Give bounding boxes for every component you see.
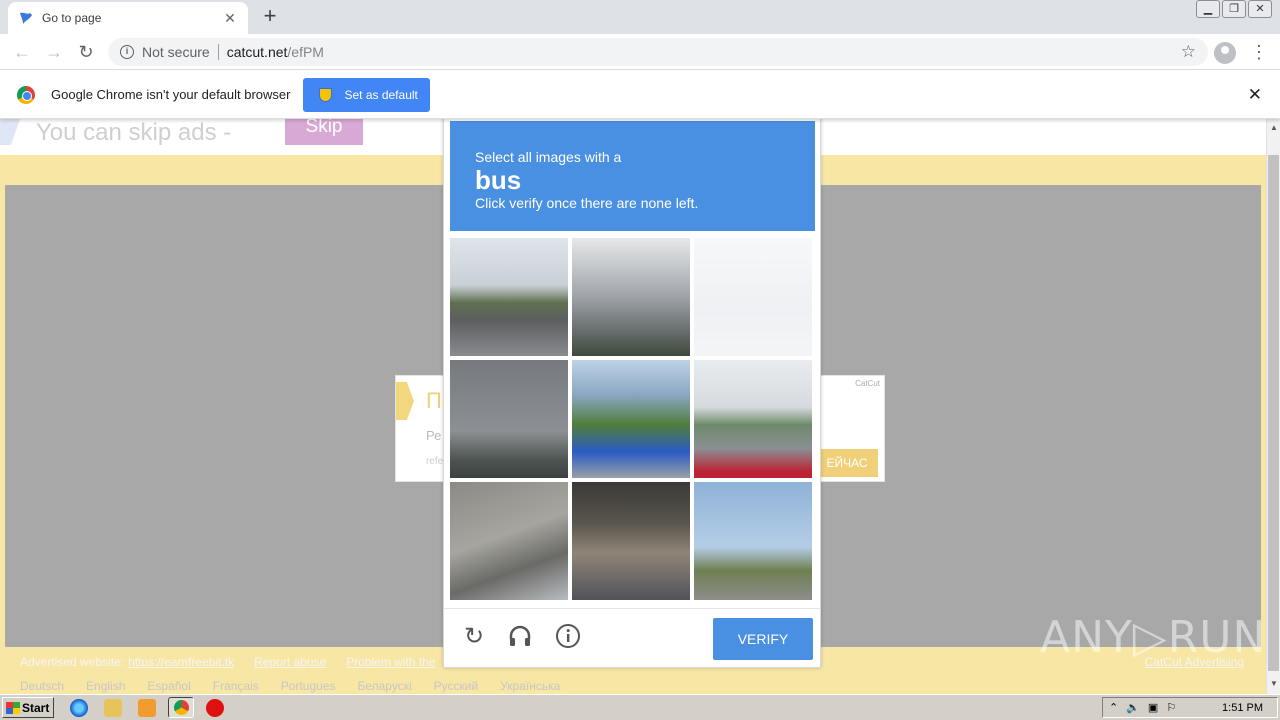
captcha-road-tile[interactable] [694, 360, 812, 478]
ad-brand: CatCut [855, 379, 880, 388]
flag-icon[interactable]: ⚐ [1166, 701, 1176, 714]
language-link[interactable]: Беларускі [357, 679, 411, 693]
chrome-logo-icon [17, 85, 35, 104]
captcha-sub-instruction: Click verify once there are none left. [475, 195, 699, 211]
url-path: /efPM [287, 44, 324, 60]
language-link[interactable]: English [86, 679, 125, 693]
info-icon[interactable]: i [120, 45, 134, 59]
problem-link[interactable]: Problem with the [346, 655, 435, 669]
anyrun-watermark: ANY▷RUN [1040, 612, 1266, 663]
advertised-url-link[interactable]: https://earnfreebit.tk [128, 655, 234, 669]
audio-challenge-icon[interactable] [506, 623, 534, 651]
infobar-message: Google Chrome isn't your default browser [51, 87, 291, 102]
volume-icon[interactable]: 🔈 [1126, 701, 1140, 714]
scroll-thumb[interactable] [1268, 155, 1279, 671]
ad-line-1: Ре [426, 428, 442, 443]
url-host: catcut.net [226, 44, 288, 60]
set-as-default-label: Set as default [344, 87, 418, 102]
clock: 1:51 PM [1222, 701, 1263, 714]
ad-header: П [426, 388, 442, 413]
captcha-instruction: Select all images with a [475, 149, 622, 165]
captcha-footer: ↻ VERIFY [444, 608, 820, 668]
system-tray: ⌃ 🔈 ▣ ⚐ 1:51 PM [1102, 697, 1278, 718]
tab-title: Go to page [42, 11, 102, 25]
language-link[interactable]: Deutsch [20, 679, 64, 693]
footer-links: Advertised website: https://earnfreebit.… [20, 655, 436, 669]
captcha-traffic-light-tile[interactable] [450, 238, 568, 356]
tab-go-to-page[interactable]: Go to page ✕ [8, 2, 248, 34]
advertised-label: Advertised website: [20, 655, 125, 669]
info-challenge-icon[interactable] [554, 623, 582, 651]
verify-button[interactable]: VERIFY [713, 618, 813, 660]
captcha-faded-tile[interactable] [694, 238, 812, 356]
language-link[interactable]: Portugues [281, 679, 336, 693]
minimize-button[interactable]: ▁ [1196, 0, 1220, 18]
close-window-button[interactable]: ✕ [1248, 0, 1272, 18]
captcha-keyword: bus [475, 165, 522, 195]
captcha-gray-sky-tile[interactable] [450, 360, 568, 478]
forward-arrow-icon[interactable]: → [42, 40, 66, 64]
folder-icon[interactable] [104, 699, 122, 717]
set-as-default-button[interactable]: Set as default [303, 77, 431, 112]
skip-arrow-decoration [0, 119, 20, 145]
language-link[interactable]: Español [147, 679, 190, 693]
ad-arrow-icon [396, 382, 414, 420]
language-link[interactable]: Українська [500, 679, 560, 693]
new-tab-button[interactable]: + [258, 5, 282, 29]
report-abuse-link[interactable]: Report abuse [254, 655, 326, 669]
tray-expand-icon[interactable]: ⌃ [1109, 701, 1118, 714]
skip-ads-text: You can skip ads - [36, 119, 232, 146]
chrome-taskbar-icon [174, 700, 189, 715]
network-icon[interactable]: ▣ [1148, 701, 1158, 714]
infobar-close-icon[interactable]: ✕ [1248, 85, 1262, 105]
opera-icon[interactable] [206, 699, 224, 717]
scroll-down-icon[interactable]: ▼ [1269, 679, 1279, 688]
default-browser-infobar: Google Chrome isn't your default browser… [0, 71, 1280, 119]
ad-line-2: refe [426, 456, 444, 467]
captcha-header: Select all images with a bus Click verif… [450, 121, 815, 231]
tab-bar: Go to page ✕ + ▁ ❐ ✕ [0, 0, 1280, 34]
page-scrollbar[interactable]: ▲ ▼ [1266, 119, 1280, 694]
captcha-street-tile[interactable] [694, 482, 812, 600]
back-arrow-icon[interactable]: ← [10, 40, 34, 64]
captcha-challenge: Select all images with a bus Click verif… [443, 110, 821, 668]
start-button[interactable]: Start [2, 697, 54, 718]
captcha-bus-tile[interactable] [572, 360, 690, 478]
language-link[interactable]: Русский [434, 679, 479, 693]
address-bar[interactable]: i Not secure catcut.net /efPM ☆ [108, 38, 1208, 66]
captcha-wall-tile[interactable] [450, 482, 568, 600]
window-controls: ▁ ❐ ✕ [1196, 0, 1272, 18]
chrome-taskbar-button[interactable] [168, 697, 194, 718]
language-link[interactable]: Français [213, 679, 259, 693]
skip-button[interactable]: Skip [285, 119, 363, 145]
reload-icon[interactable]: ↻ [74, 40, 98, 64]
tab-close-icon[interactable]: ✕ [222, 10, 238, 27]
security-label: Not secure [142, 44, 210, 60]
captcha-underpass-tile[interactable] [572, 482, 690, 600]
reload-challenge-icon[interactable]: ↻ [460, 623, 488, 651]
restore-button[interactable]: ❐ [1222, 0, 1246, 18]
internet-explorer-icon[interactable] [70, 699, 88, 717]
scroll-up-icon[interactable]: ▲ [1269, 123, 1279, 132]
language-list: Deutsch English Español Français Portugues Бе… [20, 679, 560, 693]
captcha-sky-pole-tile[interactable] [572, 238, 690, 356]
windows-logo-icon [6, 701, 20, 714]
captcha-image-grid [450, 238, 814, 602]
profile-avatar-icon[interactable] [1214, 42, 1236, 64]
url-separator [217, 44, 219, 60]
browser-toolbar: ← → ↻ i Not secure catcut.net /efPM ☆ ⋮ [0, 34, 1280, 70]
catcut-favicon-icon [20, 12, 32, 24]
ad-cta-button[interactable]: ЕЙЧАС [816, 449, 878, 477]
windows-taskbar: Start ⌃ 🔈 ▣ ⚐ 1:51 PM [0, 694, 1280, 720]
bookmark-star-icon[interactable]: ☆ [1181, 42, 1196, 62]
media-player-icon[interactable] [138, 699, 156, 717]
chrome-menu-icon[interactable]: ⋮ [1250, 41, 1268, 63]
start-label: Start [22, 700, 50, 715]
shield-icon [319, 87, 333, 102]
